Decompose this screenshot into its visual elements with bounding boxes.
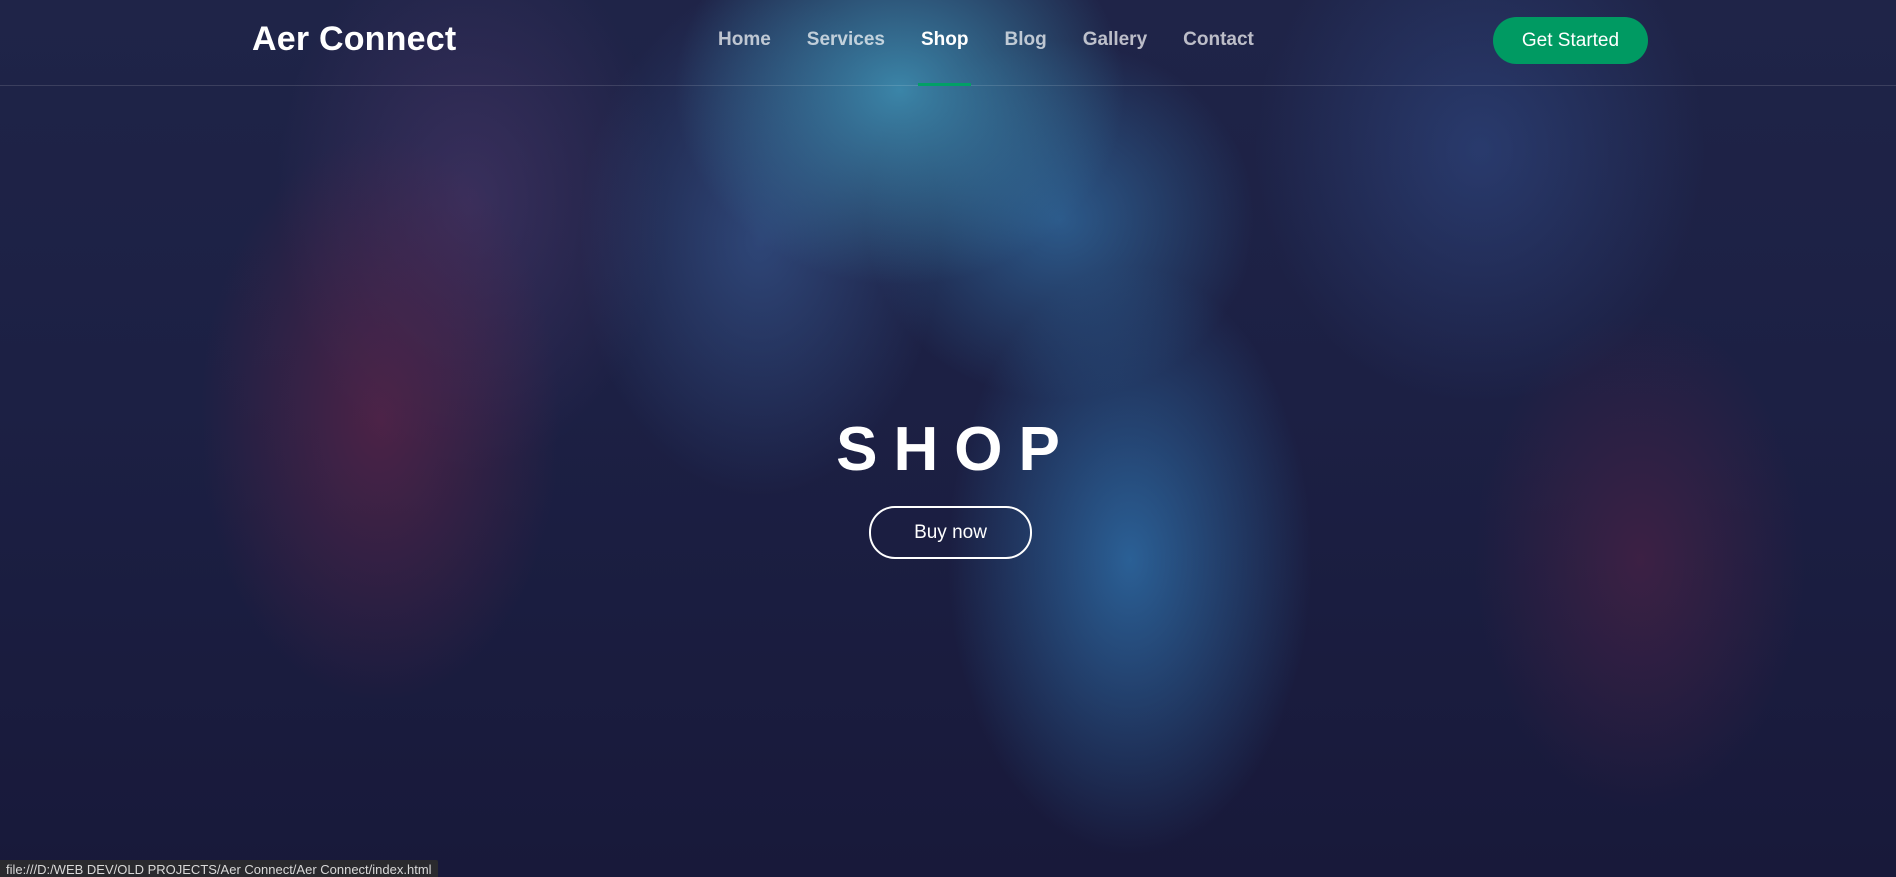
nav-item-gallery[interactable]: Gallery xyxy=(1065,0,1165,85)
brand-logo[interactable]: Aer Connect xyxy=(252,20,456,59)
nav-item-services[interactable]: Services xyxy=(789,0,903,85)
hero-title: SHOP xyxy=(836,415,1076,484)
main-nav: Home Services Shop Blog Gallery Contact xyxy=(700,0,1272,86)
buy-now-button[interactable]: Buy now xyxy=(869,506,1032,559)
nav-item-contact[interactable]: Contact xyxy=(1165,0,1272,85)
browser-status-url: file:///D:/WEB DEV/OLD PROJECTS/Aer Conn… xyxy=(0,860,438,877)
nav-item-blog[interactable]: Blog xyxy=(986,0,1064,85)
nav-item-home[interactable]: Home xyxy=(700,0,789,85)
nav-item-shop[interactable]: Shop xyxy=(903,0,987,86)
site-header: Aer Connect Home Services Shop Blog Gall… xyxy=(0,0,1896,86)
get-started-button[interactable]: Get Started xyxy=(1493,17,1648,64)
